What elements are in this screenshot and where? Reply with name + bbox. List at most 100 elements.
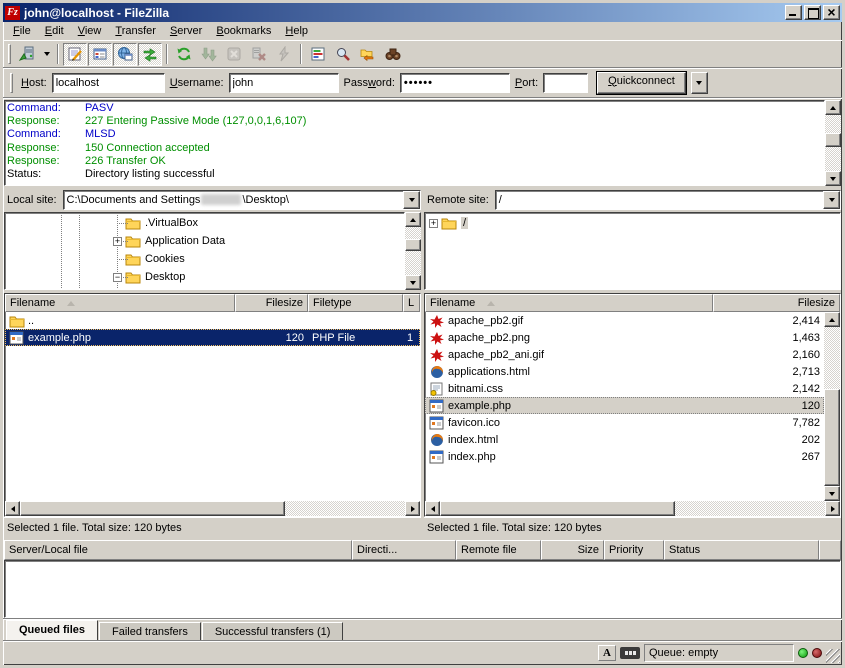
file-row-parent-dir[interactable]: .. (5, 312, 420, 329)
file-row[interactable]: apache_pb2.png1,463 (425, 329, 824, 346)
file-row[interactable]: applications.html2,713 (425, 363, 824, 380)
minimize-button[interactable] (785, 5, 802, 20)
scrollbar-thumb[interactable] (440, 501, 675, 516)
maximize-button[interactable] (804, 5, 821, 20)
menu-help[interactable]: Help (278, 23, 315, 39)
menu-bookmarks[interactable]: Bookmarks (209, 23, 278, 39)
column-header-status[interactable]: Status (664, 540, 819, 560)
resize-grip[interactable] (826, 649, 840, 663)
file-row[interactable]: index.php267 (425, 448, 824, 465)
filter-button[interactable] (381, 43, 405, 66)
firefox-html-icon (429, 433, 445, 447)
local-tree-vertical-scrollbar[interactable] (405, 212, 421, 290)
remote-directory-tree[interactable]: / (424, 212, 841, 290)
scrollbar-thumb[interactable] (405, 239, 421, 251)
refresh-button[interactable] (172, 43, 196, 66)
column-header-filename[interactable]: Filename (5, 294, 235, 312)
scroll-down-button[interactable] (405, 275, 421, 290)
synchronized-browsing-button[interactable] (356, 43, 380, 66)
column-header-server-local-file[interactable]: Server/Local file (4, 540, 352, 560)
username-input[interactable] (229, 73, 339, 93)
column-header-filesize[interactable]: Filesize (713, 294, 840, 312)
column-header-filename[interactable]: Filename (425, 294, 713, 312)
file-row-example-php[interactable]: example.php120 (425, 397, 824, 414)
queue-list[interactable] (4, 560, 841, 618)
tree-item-desktop[interactable]: Desktop (5, 268, 404, 286)
site-manager-dropdown-button[interactable] (40, 43, 53, 66)
port-input[interactable] (543, 73, 588, 93)
menu-view[interactable]: View (71, 23, 109, 39)
remote-site-dropdown-button[interactable] (823, 191, 840, 209)
scroll-down-button[interactable] (825, 171, 841, 186)
column-header-last-modified[interactable]: L (403, 294, 420, 312)
file-row[interactable]: apache_pb2.gif2,414 (425, 312, 824, 329)
file-row-example-php[interactable]: example.php 120 PHP File 1 (5, 329, 420, 346)
column-header-size[interactable]: Size (541, 540, 604, 560)
toggle-message-log-button[interactable] (63, 43, 87, 66)
process-queue-button[interactable] (197, 43, 221, 66)
file-row[interactable]: favicon.ico7,782 (425, 414, 824, 431)
remote-site-combobox[interactable]: / (495, 190, 841, 210)
menu-edit[interactable]: Edit (38, 23, 71, 39)
tree-item-application-data[interactable]: Application Data (5, 232, 404, 250)
quickconnect-dropdown-button[interactable] (691, 72, 708, 94)
column-header-label: Filename (430, 297, 475, 309)
tree-item-root[interactable]: / (425, 214, 840, 232)
scroll-left-button[interactable] (425, 501, 440, 516)
directory-comparison-button[interactable] (306, 43, 330, 66)
cancel-operation-button[interactable] (222, 43, 246, 66)
expander-minus-icon[interactable] (113, 273, 122, 282)
tree-item-virtualbox[interactable]: .VirtualBox (5, 214, 404, 232)
scroll-up-button[interactable] (405, 212, 421, 227)
file-row[interactable]: apache_pb2_ani.gif2,160 (425, 346, 824, 363)
scrollbar-thumb[interactable] (824, 389, 840, 486)
password-input[interactable] (400, 73, 510, 93)
scroll-down-button[interactable] (824, 486, 840, 501)
toggle-transfer-queue-button[interactable] (138, 43, 162, 66)
scrollbar-thumb[interactable] (20, 501, 285, 516)
local-horizontal-scrollbar[interactable] (5, 501, 420, 516)
scroll-left-button[interactable] (5, 501, 20, 516)
log-line-text: 226 Transfer OK (85, 155, 166, 168)
toggle-local-tree-button[interactable] (88, 43, 112, 66)
scroll-right-button[interactable] (405, 501, 420, 516)
toolbar-grip[interactable] (8, 44, 11, 64)
remote-horizontal-scrollbar[interactable] (425, 501, 840, 516)
local-directory-tree[interactable]: .VirtualBox Application Data Cookies Des… (4, 212, 405, 290)
message-log-icon (67, 46, 83, 62)
find-files-button[interactable] (331, 43, 355, 66)
disconnect-button[interactable] (247, 43, 271, 66)
tab-queued-files[interactable]: Queued files (6, 620, 98, 640)
column-header-filesize[interactable]: Filesize (235, 294, 308, 312)
tree-item-cookies[interactable]: Cookies (5, 250, 404, 268)
tab-failed-transfers[interactable]: Failed transfers (99, 622, 201, 640)
quickconnect-button[interactable]: Quickconnect (597, 72, 686, 94)
scrollbar-thumb[interactable] (825, 133, 841, 147)
column-header-filetype[interactable]: Filetype (308, 294, 403, 312)
close-button[interactable] (823, 5, 840, 20)
column-header-remote-file[interactable]: Remote file (456, 540, 541, 560)
scroll-up-button[interactable] (825, 100, 841, 115)
file-row[interactable]: bitnami.css2,142 (425, 380, 824, 397)
tab-successful-transfers[interactable]: Successful transfers (1) (202, 622, 344, 640)
log-vertical-scrollbar[interactable] (825, 100, 841, 186)
local-site-dropdown-button[interactable] (403, 191, 420, 209)
column-header-direction[interactable]: Directi... (352, 540, 456, 560)
file-row[interactable]: index.html202 (425, 431, 824, 448)
local-site-combobox[interactable]: C:\Documents and Settings\Desktop\ (63, 190, 421, 210)
menu-server[interactable]: Server (163, 23, 209, 39)
toggle-remote-tree-button[interactable] (113, 43, 137, 66)
column-header-priority[interactable]: Priority (604, 540, 664, 560)
menu-file[interactable]: File (6, 23, 38, 39)
reconnect-button[interactable] (272, 43, 296, 66)
quickconnect-grip[interactable] (10, 73, 13, 93)
menu-transfer[interactable]: Transfer (108, 23, 163, 39)
remote-vertical-scrollbar[interactable] (824, 312, 840, 501)
scroll-right-button[interactable] (825, 501, 840, 516)
scroll-up-button[interactable] (824, 312, 840, 327)
host-input[interactable] (52, 73, 165, 93)
expander-plus-icon[interactable] (113, 237, 122, 246)
site-manager-button[interactable] (15, 43, 39, 66)
expander-plus-icon[interactable] (429, 219, 438, 228)
message-log[interactable]: Command:PASV Response:227 Entering Passi… (4, 100, 825, 186)
